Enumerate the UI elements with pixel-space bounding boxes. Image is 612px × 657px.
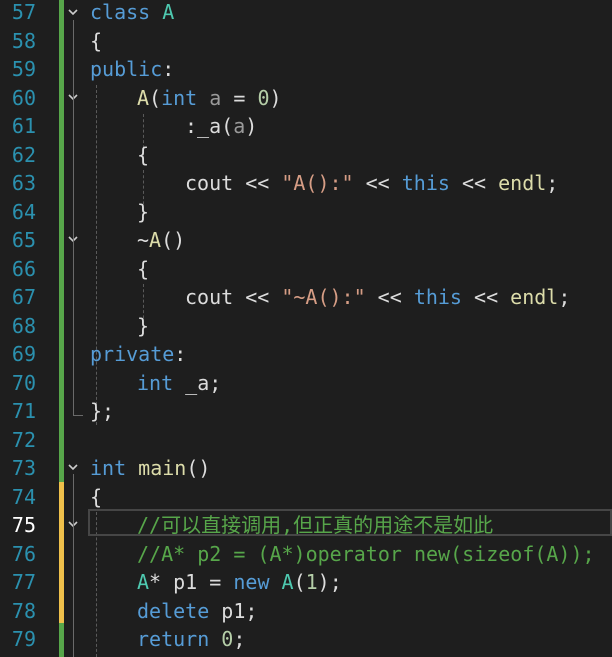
code-line: }; xyxy=(90,399,115,423)
line-number: 73 xyxy=(11,456,36,480)
code-line: } xyxy=(137,313,150,338)
code-line: A* p1 = new A(1); xyxy=(137,570,342,594)
saved-change-bar xyxy=(59,0,64,482)
code-line: public: xyxy=(90,57,175,81)
outline-bracket xyxy=(73,246,74,326)
line-number: 62 xyxy=(11,142,36,167)
code-line: int _a; xyxy=(137,370,222,395)
outline-bracket xyxy=(73,104,74,129)
code-line: { xyxy=(137,142,150,167)
chevron-down-icon[interactable] xyxy=(66,460,80,474)
line-number: 68 xyxy=(11,313,36,338)
code-line: } xyxy=(137,199,150,224)
code-line: class A xyxy=(90,0,175,24)
code-line: ~A() xyxy=(137,228,186,252)
code-line: { xyxy=(137,256,150,281)
line-number: 69 xyxy=(11,342,36,366)
line-number: 60 xyxy=(11,85,36,110)
line-number: 63 xyxy=(11,171,36,195)
line-number: 70 xyxy=(11,370,36,395)
code-line: { xyxy=(90,28,103,53)
code-line: A(int a = 0) xyxy=(137,85,282,110)
chevron-down-icon[interactable] xyxy=(66,5,80,19)
line-number: 77 xyxy=(11,570,36,594)
unsaved-change-bar xyxy=(59,482,64,623)
code-line: private: xyxy=(90,342,187,366)
line-number: 79 xyxy=(11,627,36,651)
code-line: cout << "A():" << this << endl; xyxy=(185,171,559,195)
line-number-current: 75 xyxy=(11,513,36,537)
code-line: { xyxy=(90,484,103,509)
code-line-current: //可以直接调用,但正真的用途不是如此 xyxy=(137,513,494,537)
line-number: 61 xyxy=(11,114,36,138)
outline-bracket xyxy=(73,20,74,415)
code-line: int main() xyxy=(90,456,211,480)
line-number: 76 xyxy=(11,541,36,566)
code-text-area[interactable]: class A { public: A(int a = 0) :_a(a) { … xyxy=(84,0,612,657)
code-line: :_a(a) xyxy=(185,114,258,138)
line-number: 57 xyxy=(11,0,36,24)
outline-bracket-end xyxy=(73,415,83,416)
code-line: return 0; xyxy=(137,627,246,651)
saved-change-bar xyxy=(59,623,64,657)
line-number: 67 xyxy=(11,285,36,309)
line-number: 78 xyxy=(11,598,36,623)
code-line: //A* p2 = (A*)operator new(sizeof(A)); xyxy=(137,541,595,566)
line-number: 58 xyxy=(11,28,36,53)
line-number-gutter: 57 58 59 60 61 62 63 64 65 66 67 68 69 7… xyxy=(0,0,40,657)
outline-bracket xyxy=(73,474,74,657)
line-number: 74 xyxy=(11,484,36,509)
line-number: 59 xyxy=(11,57,36,81)
line-number: 66 xyxy=(11,256,36,281)
line-number: 64 xyxy=(11,199,36,224)
line-number: 72 xyxy=(11,427,36,452)
code-line: delete p1; xyxy=(137,598,258,623)
line-number: 65 xyxy=(11,228,36,252)
code-line: cout << "~A():" << this << endl; xyxy=(185,285,571,309)
code-editor[interactable]: 57 58 59 60 61 62 63 64 65 66 67 68 69 7… xyxy=(0,0,612,657)
line-number: 71 xyxy=(11,399,36,423)
